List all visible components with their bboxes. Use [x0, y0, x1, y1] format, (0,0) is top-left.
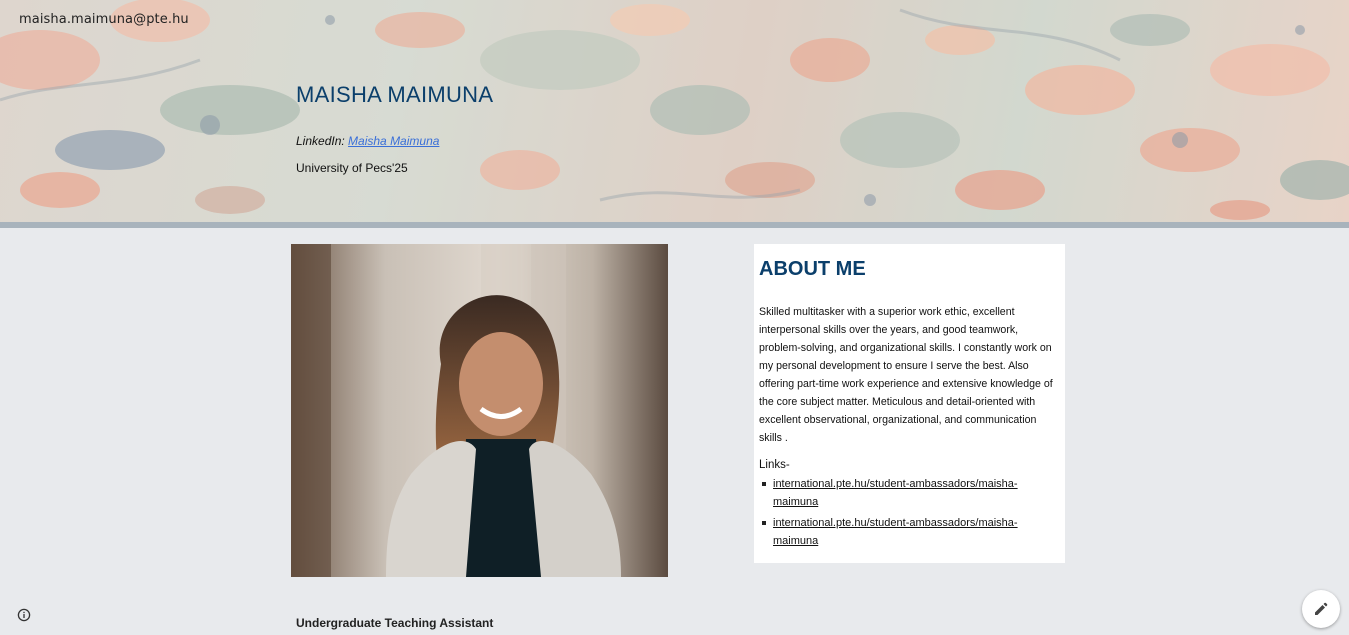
list-item: international.pte.hu/student-ambassadors… — [759, 514, 1060, 550]
list-item: international.pte.hu/student-ambassadors… — [759, 475, 1060, 511]
edit-button[interactable] — [1302, 590, 1340, 628]
linkedin-label: LinkedIn: — [296, 134, 345, 148]
links-label: Links- — [759, 459, 790, 471]
about-card: ABOUT ME Skilled multitasker with a supe… — [754, 244, 1065, 563]
ambassador-link[interactable]: international.pte.hu/student-ambassadors… — [773, 517, 1018, 547]
info-button[interactable] — [16, 607, 32, 623]
bullet-icon — [762, 521, 766, 525]
pencil-icon — [1315, 602, 1328, 615]
university-text: University of Pecs'25 — [296, 161, 408, 175]
about-title: ABOUT ME — [759, 258, 866, 280]
info-icon — [17, 608, 31, 622]
about-body: Skilled multitasker with a superior work… — [759, 306, 1053, 444]
bullet-icon — [762, 482, 766, 486]
hero-overlay — [0, 0, 1349, 222]
links-list: international.pte.hu/student-ambassadors… — [759, 475, 1060, 550]
linkedin-link[interactable]: Maisha Maimuna — [348, 134, 439, 148]
section-heading: Undergraduate Teaching Assistant — [296, 616, 494, 630]
hero-divider — [0, 222, 1349, 228]
hero-banner: maisha.maimuna@pte.hu MAISHA MAIMUNA Lin… — [0, 0, 1349, 222]
site-email[interactable]: maisha.maimuna@pte.hu — [19, 12, 189, 27]
profile-photo — [291, 244, 668, 577]
linkedin-line: LinkedIn: Maisha Maimuna — [296, 134, 439, 148]
ambassador-link[interactable]: international.pte.hu/student-ambassadors… — [773, 478, 1018, 508]
page-title: MAISHA MAIMUNA — [296, 82, 494, 107]
